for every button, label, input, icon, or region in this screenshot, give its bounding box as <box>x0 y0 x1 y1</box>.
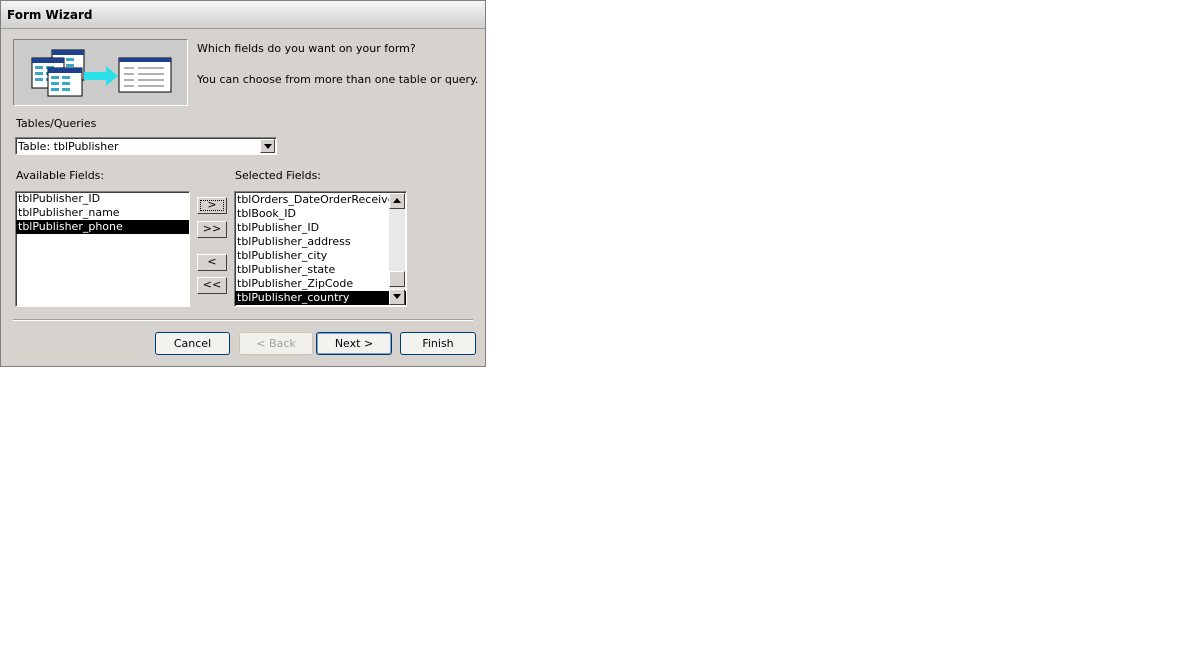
available-field-item[interactable]: tblPublisher_phone <box>16 220 189 234</box>
intro-hint: You can choose from more than one table … <box>197 73 479 86</box>
scroll-thumb[interactable] <box>389 271 405 287</box>
available-fields-label: Available Fields: <box>16 169 105 182</box>
selected-field-item[interactable]: tblPublisher_address <box>235 235 406 249</box>
wizard-illustration <box>13 39 188 106</box>
cancel-button[interactable]: Cancel <box>155 332 230 355</box>
selected-field-item[interactable]: tblOrders_DateOrderReceived <box>235 193 406 207</box>
scroll-up-button[interactable] <box>389 193 405 209</box>
available-field-item[interactable]: tblPublisher_ID <box>16 192 189 206</box>
selected-field-item[interactable]: tblPublisher_ZipCode <box>235 277 406 291</box>
selected-field-item[interactable]: tblPublisher_city <box>235 249 406 263</box>
window-title: Form Wizard <box>7 8 93 22</box>
available-field-item[interactable]: tblPublisher_name <box>16 206 189 220</box>
selected-fields-label: Selected Fields: <box>235 169 322 182</box>
scroll-down-button[interactable] <box>389 289 405 305</box>
dropdown-button[interactable] <box>260 139 275 153</box>
back-button[interactable]: < Back <box>239 332 313 355</box>
intro-question: Which fields do you want on your form? <box>197 42 416 55</box>
remove-field-button[interactable]: < <box>197 254 227 271</box>
scroll-up-icon <box>393 198 401 203</box>
form-wizard-dialog: Form Wizard Which fields do you want on … <box>0 0 486 367</box>
remove-all-fields-button[interactable]: << <box>197 277 227 294</box>
title-bar[interactable]: Form Wizard <box>1 1 485 29</box>
tables-queries-label: Tables/Queries <box>16 117 97 130</box>
separator <box>13 319 473 321</box>
selected-fields-list[interactable]: tblOrders_DateOrderReceived tblBook_ID tbl… <box>234 191 407 307</box>
tables-queries-value: Table: tblPublisher <box>18 140 119 153</box>
scroll-down-icon <box>393 294 401 299</box>
selected-field-item[interactable]: tblPublisher_ID <box>235 221 406 235</box>
chevron-down-icon <box>264 144 272 149</box>
next-button[interactable]: Next > <box>316 332 392 355</box>
selected-field-item[interactable]: tblPublisher_state <box>235 263 406 277</box>
available-fields-list[interactable]: tblPublisher_ID tblPublisher_name tblPubli… <box>15 191 190 307</box>
add-field-button[interactable]: > <box>197 197 227 214</box>
add-all-fields-button[interactable]: >> <box>197 221 227 238</box>
finish-button[interactable]: Finish <box>400 332 476 355</box>
selected-field-item[interactable]: tblBook_ID <box>235 207 406 221</box>
selected-field-item[interactable]: tblPublisher_country <box>235 291 406 305</box>
selected-fields-scrollbar[interactable] <box>389 193 405 305</box>
tables-queries-combobox[interactable]: Table: tblPublisher <box>15 137 277 155</box>
tables-to-form-icon <box>31 49 172 97</box>
